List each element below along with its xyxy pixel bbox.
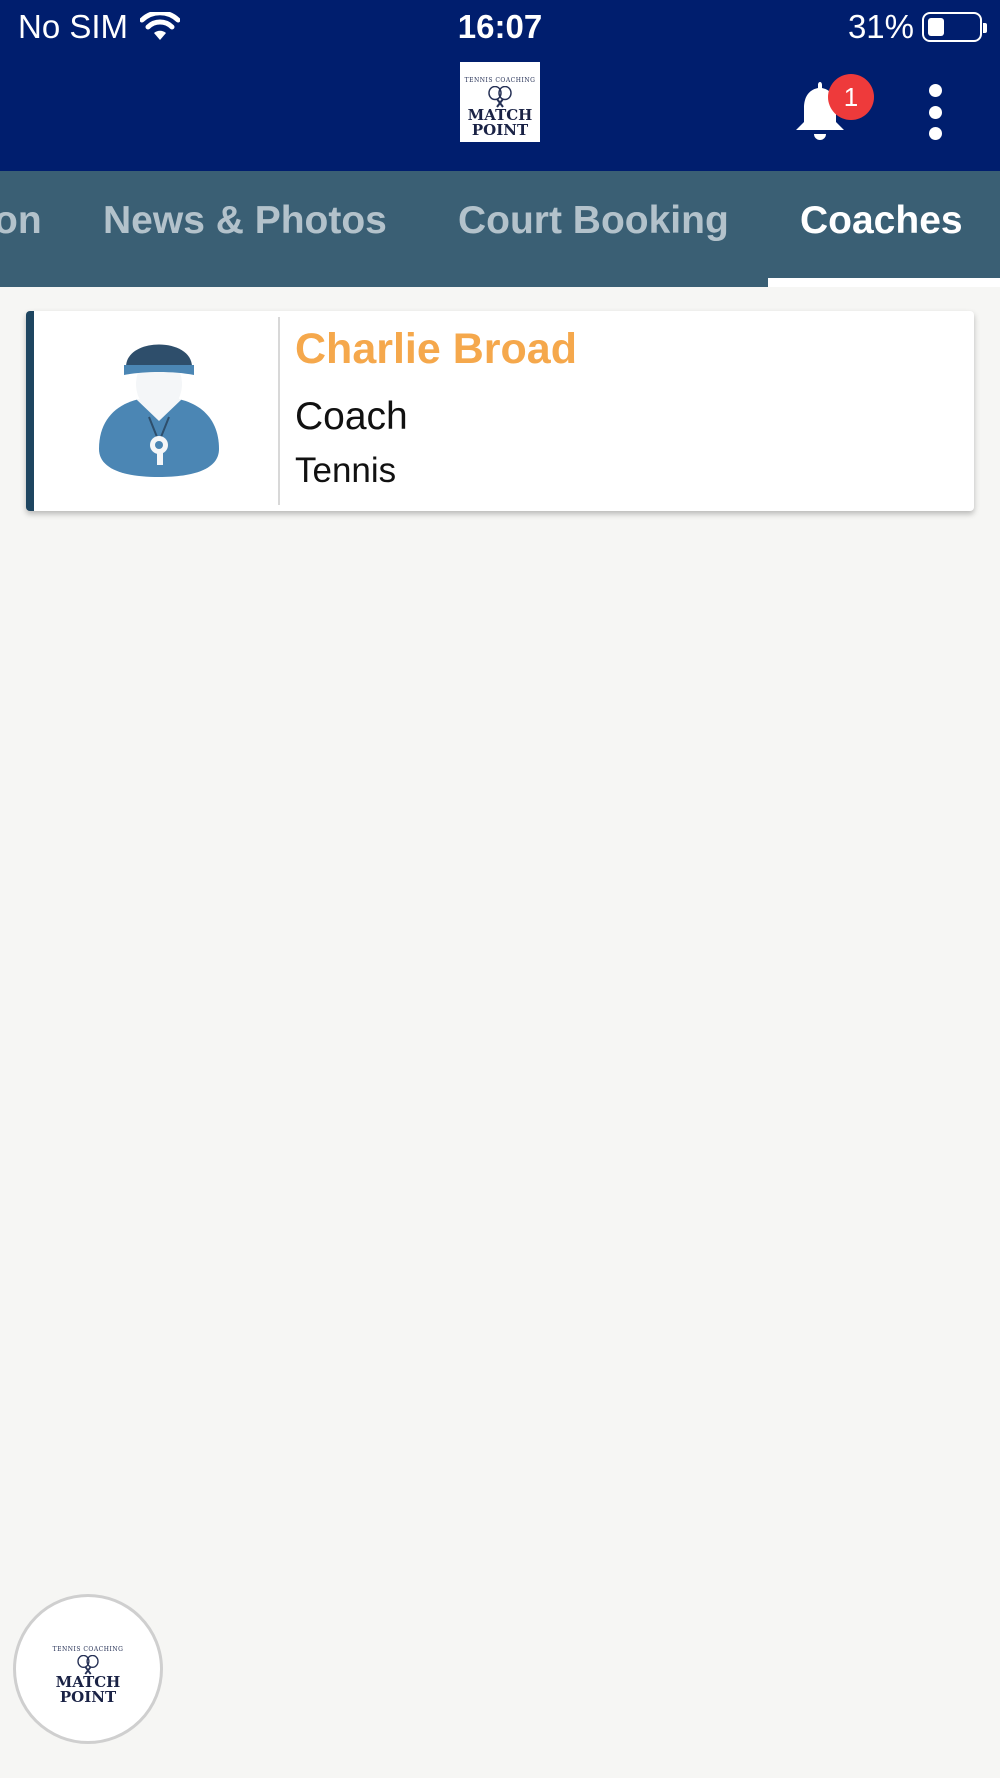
tab-coaches[interactable]: Coaches xyxy=(800,171,963,287)
logo-arc-text: TENNIS COACHING xyxy=(464,77,536,84)
status-battery-group: 31% xyxy=(847,8,987,46)
notification-badge[interactable]: 1 xyxy=(828,74,874,120)
card-divider xyxy=(278,317,280,505)
logo-title-line2: POINT xyxy=(59,1688,117,1706)
battery-percent: 31% xyxy=(847,8,914,45)
coach-card[interactable]: Charlie Broad Coach Tennis xyxy=(26,311,974,511)
more-options-icon[interactable] xyxy=(920,84,950,140)
tennis-rackets-icon xyxy=(488,86,512,108)
battery-icon xyxy=(922,12,987,42)
tennis-rackets-icon xyxy=(77,1655,99,1675)
coach-role: Coach xyxy=(295,395,408,438)
battery-level-fill xyxy=(928,18,945,36)
tab-bar: on News & Photos Court Booking Coaches xyxy=(0,171,1000,287)
app-logo: TENNIS COACHING MATCH POINT xyxy=(460,62,540,142)
club-logo: TENNIS COACHING MATCH POINT xyxy=(52,1633,124,1705)
coach-sport: Tennis xyxy=(295,451,397,490)
coach-name: Charlie Broad xyxy=(295,325,577,373)
kebab-dot xyxy=(928,105,942,119)
coach-avatar-icon xyxy=(99,344,219,477)
tab-court-booking[interactable]: Court Booking xyxy=(458,171,729,287)
active-tab-indicator xyxy=(768,278,1000,287)
kebab-dot xyxy=(928,84,942,97)
kebab-dot xyxy=(928,127,942,140)
club-logo-button[interactable]: TENNIS COACHING MATCH POINT xyxy=(13,1594,163,1744)
logo-arc-text: TENNIS COACHING xyxy=(52,1646,124,1653)
logo-title-line2: POINT xyxy=(471,121,529,139)
tab-partial[interactable]: on xyxy=(0,171,42,287)
top-app-bar: No SIM 16:07 31% TENNIS COACHING MATCH P… xyxy=(0,0,1000,171)
tab-news-photos[interactable]: News & Photos xyxy=(103,171,387,287)
